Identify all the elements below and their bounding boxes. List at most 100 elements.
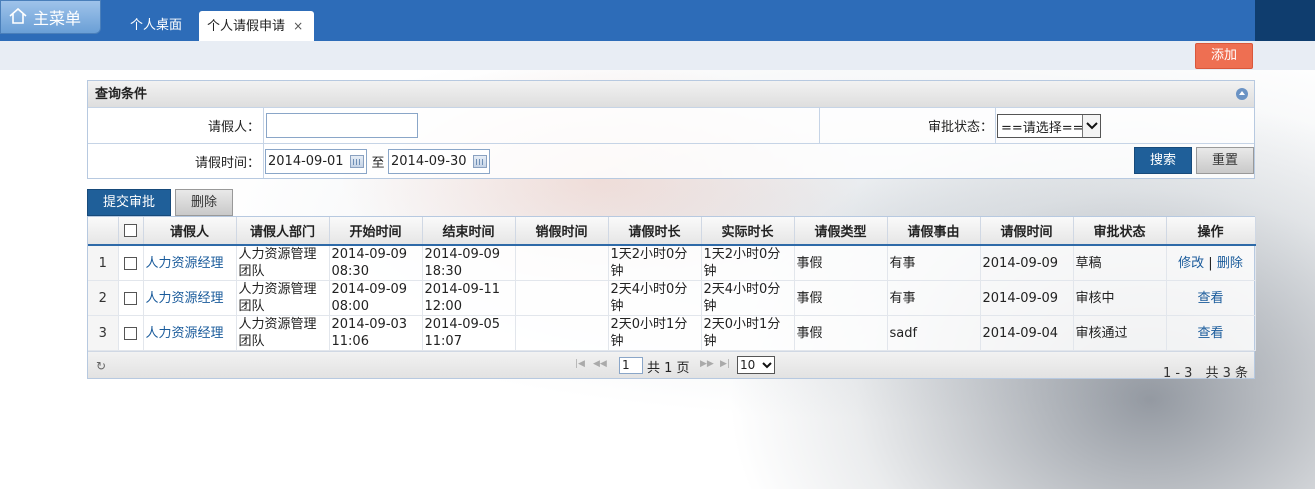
reason-cell: 有事 [887,280,981,316]
close-icon[interactable]: × [293,19,303,33]
chevron-down-icon [1082,115,1100,137]
reset-button[interactable]: 重置 [1196,147,1254,174]
calendar-icon[interactable] [473,155,487,168]
home-icon [9,7,33,28]
divider [819,108,820,143]
edit-link[interactable]: 修改 [1178,256,1204,271]
apply-date-cell: 2014-09-09 [980,280,1074,316]
column-header[interactable]: 请假人 [143,217,237,246]
op-separator: | [1208,255,1213,271]
row-checkbox[interactable] [124,256,137,270]
applicant-link[interactable]: 人力资源经理 [143,280,237,316]
query-row-time: 请假时间： 2014-09-01 至 2014-09-30 搜索 重置 [88,144,1254,178]
tab-label: 个人桌面 [130,18,183,33]
table-row[interactable]: 2 人力资源经理 人力资源管理团队 2014-09-09 08:00 2014-… [88,280,1256,316]
applicant-link[interactable]: 人力资源经理 [143,315,237,351]
divider [995,108,996,143]
leave-type-cell: 事假 [794,315,888,351]
header-rownum [88,217,119,246]
main-menu-label: 主菜单 [33,9,82,28]
column-header[interactable]: 开始时间 [329,217,423,246]
column-header[interactable]: 请假事由 [887,217,981,246]
column-header[interactable]: 请假时间 [980,217,1074,246]
leave-type-cell: 事假 [794,245,888,281]
search-button[interactable]: 搜索 [1134,147,1192,174]
row-number: 3 [88,315,119,351]
status-label: 审批状态： [927,120,993,135]
tab-personal-desktop[interactable]: 个人桌面 [122,11,190,41]
tab-leave-application[interactable]: 个人请假申请 × [199,11,314,41]
duration-cell: 1天2小时0分钟 [608,245,702,281]
view-link[interactable]: 查看 [1197,326,1223,341]
status-selected-value: ==请选择== [1001,120,1084,136]
submit-approval-button[interactable]: 提交审批 [87,189,171,216]
add-button[interactable]: 添加 [1195,43,1253,69]
toolbar: 添加 [0,41,1315,70]
column-header[interactable]: 请假类型 [794,217,888,246]
reason-cell: sadf [887,315,981,351]
table-row[interactable]: 1 人力资源经理 人力资源管理团队 2014-09-09 08:30 2014-… [88,245,1256,281]
next-page-icon[interactable]: ▶▶ [700,359,714,369]
query-panel-header: 查询条件 [88,81,1254,108]
row-checkbox[interactable] [124,291,137,305]
first-page-icon[interactable]: |◀ [575,359,585,369]
reason-cell: 有事 [887,245,981,281]
view-link[interactable]: 查看 [1197,291,1223,306]
column-header[interactable]: 请假人部门 [236,217,330,246]
duration-cell: 2天0小时1分钟 [608,315,702,351]
delete-link[interactable]: 删除 [1217,256,1243,271]
column-header[interactable]: 审批状态 [1073,217,1167,246]
status-cell: 草稿 [1073,245,1167,281]
tab-label: 个人请假申请 [207,19,286,34]
applicant-label: 请假人： [207,120,260,135]
collapse-icon[interactable] [1236,88,1248,100]
divider [263,144,264,178]
page-size-select[interactable]: 10 [737,356,775,374]
column-header[interactable]: 销假时间 [515,217,609,246]
row-checkbox[interactable] [124,326,137,340]
date-to-field[interactable]: 2014-09-30 [388,149,490,174]
page-size-value: 10 [740,358,756,372]
cancel-time-cell [515,280,609,316]
divider [263,108,264,143]
applicant-link[interactable]: 人力资源经理 [143,245,237,281]
column-header[interactable]: 结束时间 [422,217,516,246]
main-menu-button[interactable]: 主菜单 [0,0,101,34]
operation-cell: 修改 | 删除 [1166,245,1256,281]
dept-cell: 人力资源管理团队 [236,280,330,316]
cancel-time-cell [515,245,609,281]
apply-date-cell: 2014-09-09 [980,245,1074,281]
operation-cell: 查看 [1166,315,1256,351]
column-header: 操作 [1166,217,1256,246]
end-time-cell: 2014-09-11 12:00 [422,280,516,316]
prev-page-icon[interactable]: ◀◀ [593,359,607,369]
chevron-down-icon [761,358,773,372]
actual-duration-cell: 2天0小时1分钟 [701,315,795,351]
query-row-applicant: 请假人： 审批状态： ==请选择== [88,108,1254,144]
status-cell: 审核通过 [1073,315,1167,351]
pagination-bar: ↻ |◀ ◀◀ 1 共 1 页 ▶▶ ▶| 10 1 - 3 共 3 条 [88,351,1254,381]
query-panel-title: 查询条件 [95,87,148,102]
applicant-input[interactable] [266,113,418,138]
last-page-icon[interactable]: ▶| [720,359,730,369]
date-from-field[interactable]: 2014-09-01 [265,149,367,174]
refresh-icon[interactable]: ↻ [96,359,106,373]
table-row[interactable]: 3 人力资源经理 人力资源管理团队 2014-09-03 11:06 2014-… [88,315,1256,351]
column-header[interactable]: 实际时长 [701,217,795,246]
row-number: 2 [88,280,119,316]
table-header-row: 请假人 请假人部门 开始时间 结束时间 销假时间 请假时长 实际时长 请假类型 … [88,217,1256,246]
date-from-value: 2014-09-01 [268,154,344,169]
start-time-cell: 2014-09-09 08:00 [329,280,423,316]
total-pages-text: 共 1 页 [647,361,690,376]
start-time-cell: 2014-09-03 11:06 [329,315,423,351]
page-number-input[interactable]: 1 [619,357,643,374]
status-select[interactable]: ==请选择== [997,114,1101,138]
time-label: 请假时间： [194,155,260,171]
delete-button[interactable]: 删除 [175,189,233,216]
leave-table: 请假人 请假人部门 开始时间 结束时间 销假时间 请假时长 实际时长 请假类型 … [87,216,1256,381]
column-header[interactable]: 请假时长 [608,217,702,246]
select-all-checkbox[interactable] [124,224,137,237]
cancel-time-cell [515,315,609,351]
to-label: 至 [371,155,385,171]
calendar-icon[interactable] [350,155,364,168]
